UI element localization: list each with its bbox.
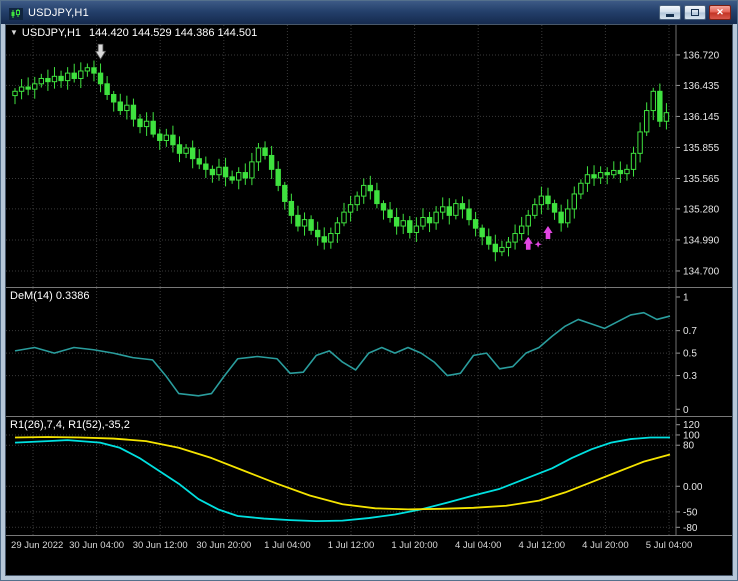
- axis-label: 1: [683, 292, 689, 303]
- oscillator-line: [14, 436, 671, 511]
- buy-signal-arrow-icon: [543, 226, 553, 240]
- axis-label: 80: [683, 441, 695, 452]
- time-label: 4 Jul 20:00: [582, 540, 629, 551]
- symbol-label: USDJPY,H1: [21, 27, 82, 39]
- time-label: 30 Jun 20:00: [196, 540, 252, 551]
- close-icon: ✕: [716, 7, 724, 17]
- dem-indicator-chart[interactable]: 1 0.7 0.5 0.3 0: [6, 288, 732, 416]
- star-marker-icon: [534, 240, 542, 248]
- candlestick-chart[interactable]: 136.720 136.435 136.145 135.855 135.565 135.2…: [6, 25, 732, 287]
- axis-label: 134.700: [683, 266, 720, 277]
- chart-area: 136.720 136.435 136.145 135.855 135.565 135.2…: [5, 24, 733, 576]
- time-label: 5 Jul 04:00: [645, 540, 693, 551]
- axis-label: 0.3: [683, 371, 697, 382]
- minimize-button[interactable]: [659, 5, 681, 20]
- buy-signal-arrow-icon: [523, 236, 533, 250]
- oscillator-header-label: R1(26),7,4, R1(52),-35,2: [10, 419, 130, 431]
- axis-label: -80: [683, 523, 698, 534]
- window-title: USDJPY,H1: [28, 6, 89, 19]
- maximize-button[interactable]: [684, 5, 706, 20]
- time-label: 1 Jul 20:00: [391, 540, 438, 551]
- minimize-icon: [666, 14, 674, 17]
- time-label: 1 Jul 12:00: [327, 540, 375, 551]
- oscillator-chart[interactable]: 120100800.00-50-80: [6, 417, 732, 535]
- dem-panel[interactable]: 1 0.7 0.5 0.3 0 DeM(14) 0.3386: [6, 288, 732, 416]
- dem-header: DeM(14) 0.3386: [10, 290, 90, 302]
- axis-label: 0.5: [683, 349, 697, 360]
- time-label: 1 Jul 04:00: [264, 540, 311, 551]
- window-titlebar[interactable]: USDJPY,H1 ✕: [1, 1, 737, 24]
- time-label: 4 Jul 04:00: [454, 540, 502, 551]
- dem-line: [14, 311, 671, 397]
- oscillator-panel[interactable]: 120 100 80 0.00 -50 -80 R1(26),7,4, R1(52),-3…: [6, 417, 732, 535]
- time-label: 30 Jun 04:00: [69, 540, 125, 551]
- axis-label: 0.7: [683, 326, 697, 337]
- axis-label: 136.435: [683, 81, 720, 92]
- time-axis[interactable]: 29 Jun 2022 30 Jun 04:00 30 Jun 12:00 30 Ju…: [6, 536, 732, 575]
- window-controls: ✕: [659, 5, 731, 20]
- time-label: 30 Jun 12:00: [132, 540, 188, 551]
- dem-header-label: DeM(14) 0.3386: [10, 290, 90, 302]
- oscillator-header: R1(26),7,4, R1(52),-35,2: [10, 419, 130, 431]
- close-button[interactable]: ✕: [709, 5, 731, 20]
- axis-label: 136.720: [683, 50, 720, 61]
- price-panel[interactable]: 136.720 136.435 136.145 135.855 135.565 135.2…: [6, 25, 732, 287]
- axis-label: 0: [683, 405, 689, 416]
- axis-label: 135.565: [683, 174, 720, 185]
- axis-label: 135.280: [683, 204, 720, 215]
- time-label: 29 Jun 2022: [11, 540, 64, 551]
- app-icon: [9, 7, 23, 20]
- ohlc-values: 144.420 144.529 144.386 144.501: [89, 27, 258, 39]
- oscillator-line: [14, 436, 670, 523]
- time-label: 4 Jul 12:00: [518, 540, 566, 551]
- symbol-dropdown-icon[interactable]: ▼: [10, 28, 18, 37]
- chart-ohlc-header: ▼ USDJPY,H1 144.420 144.529 144.386 144.50…: [10, 27, 257, 39]
- axis-label: 135.855: [683, 143, 720, 154]
- axis-label: 0.00: [683, 482, 703, 493]
- axis-label: 134.990: [683, 235, 720, 246]
- maximize-icon: [691, 9, 699, 16]
- chart-window: USDJPY,H1 ✕ 136.720 136.435 136.145 135.855…: [0, 0, 738, 581]
- axis-label: -50: [683, 507, 698, 518]
- axis-label: 136.145: [683, 112, 720, 123]
